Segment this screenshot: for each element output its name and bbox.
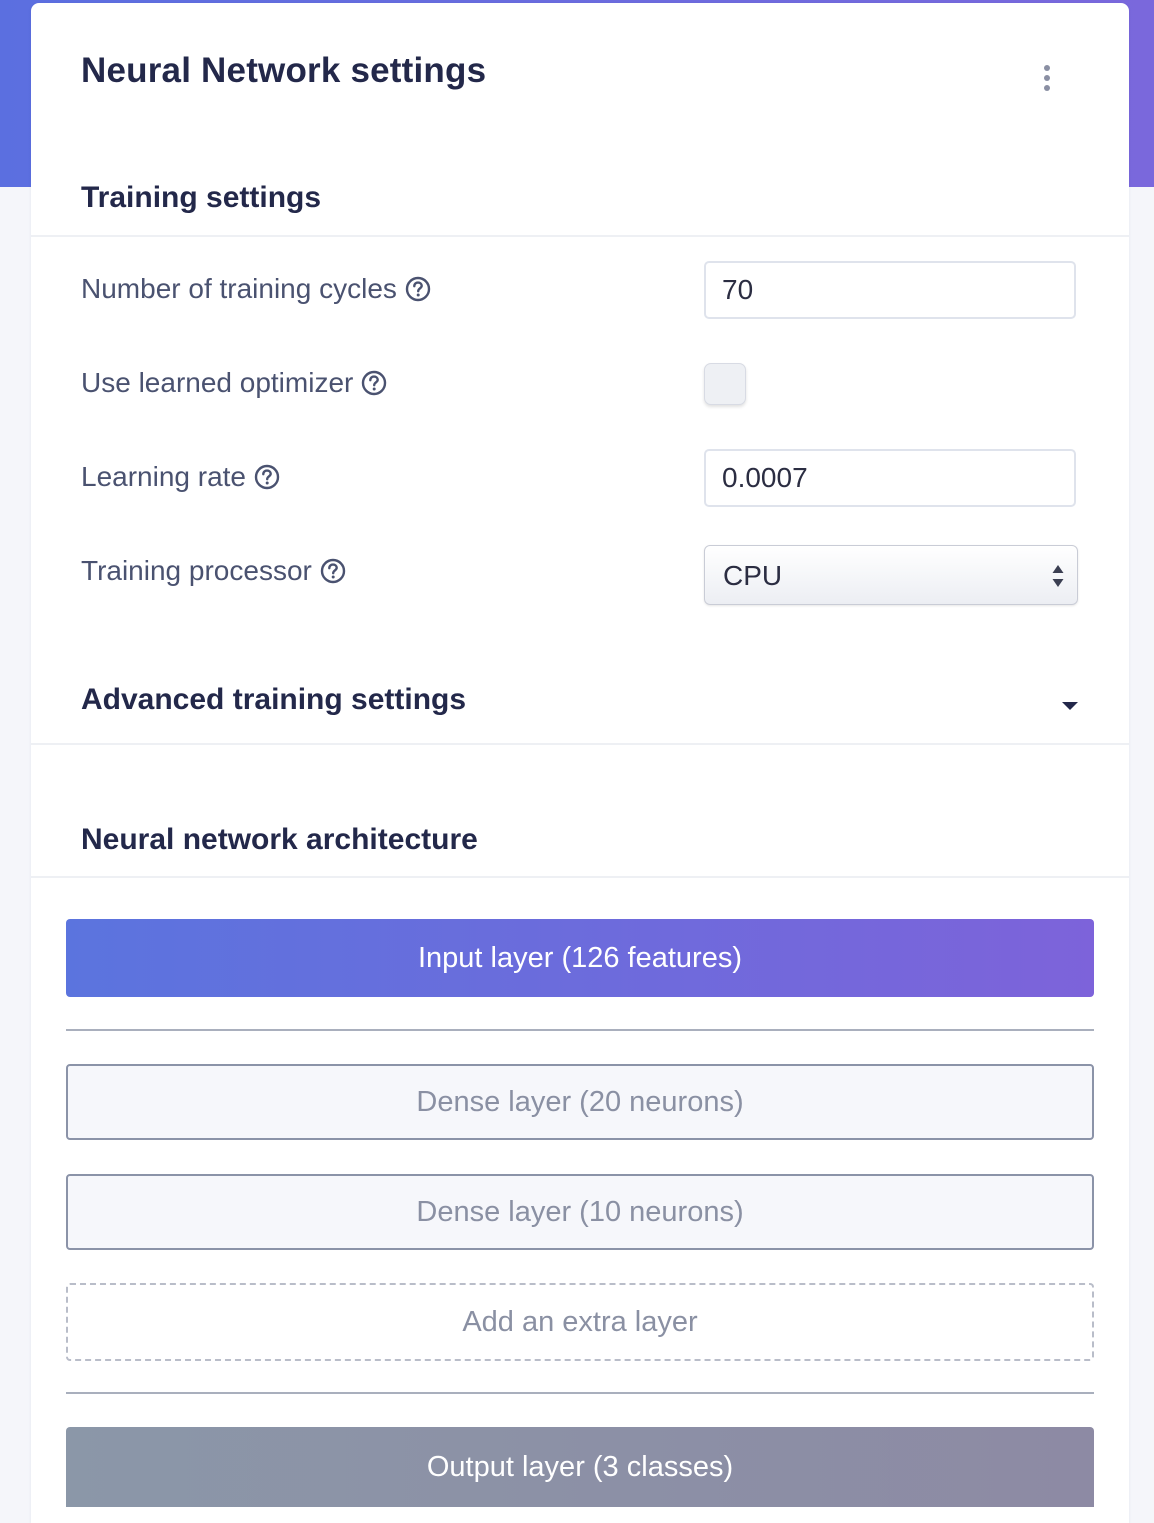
learning-rate-label-text: Learning rate bbox=[81, 461, 247, 492]
layer-separator bbox=[66, 1392, 1094, 1394]
learning-rate-input[interactable] bbox=[704, 449, 1076, 507]
add-extra-layer-label: Add an extra layer bbox=[462, 1305, 698, 1338]
question-circle-icon[interactable] bbox=[361, 370, 387, 396]
kebab-menu-icon[interactable] bbox=[1037, 65, 1057, 93]
training-processor-select[interactable]: CPU bbox=[704, 545, 1078, 605]
output-layer-label: Output layer (3 classes) bbox=[426, 1450, 734, 1483]
dense-layer-label: Dense layer (10 neurons) bbox=[416, 1195, 744, 1228]
kebab-dot bbox=[1044, 65, 1050, 71]
question-circle-icon[interactable] bbox=[405, 276, 431, 302]
training-processor-label-text: Training processor bbox=[81, 555, 312, 586]
add-extra-layer-button[interactable]: Add an extra layer bbox=[66, 1283, 1094, 1361]
dense-layer-button[interactable]: Dense layer (20 neurons) bbox=[66, 1064, 1094, 1140]
neural-network-settings-card: Neural Network settings Training setting… bbox=[31, 3, 1129, 1523]
learned-optimizer-label: Use learned optimizer bbox=[81, 367, 387, 399]
kebab-dot bbox=[1044, 85, 1050, 91]
learning-rate-label: Learning rate bbox=[81, 461, 280, 493]
section-divider bbox=[31, 743, 1129, 745]
input-layer-label: Input layer (126 features) bbox=[417, 941, 742, 974]
training-cycles-input[interactable] bbox=[704, 261, 1076, 319]
dense-layer-button[interactable]: Dense layer (10 neurons) bbox=[66, 1174, 1094, 1250]
training-processor-selected-value: CPU bbox=[723, 560, 783, 591]
dense-layer-label: Dense layer (20 neurons) bbox=[416, 1085, 744, 1118]
select-arrows-icon bbox=[1052, 565, 1064, 587]
question-circle-icon[interactable] bbox=[254, 464, 280, 490]
training-cycles-label-text: Number of training cycles bbox=[81, 273, 397, 304]
input-layer-block: Input layer (126 features) bbox=[66, 919, 1094, 997]
question-circle-icon[interactable] bbox=[320, 558, 346, 584]
architecture-heading: Neural network architecture bbox=[81, 823, 478, 856]
section-divider bbox=[31, 876, 1129, 878]
kebab-dot bbox=[1044, 75, 1050, 81]
training-cycles-label: Number of training cycles bbox=[81, 273, 431, 305]
card-title: Neural Network settings bbox=[81, 51, 487, 90]
caret-down-icon[interactable] bbox=[1061, 700, 1079, 712]
training-processor-label: Training processor bbox=[81, 555, 346, 587]
training-settings-heading: Training settings bbox=[81, 181, 322, 214]
layer-separator bbox=[66, 1029, 1094, 1031]
learned-optimizer-label-text: Use learned optimizer bbox=[81, 367, 354, 398]
advanced-training-settings-heading: Advanced training settings bbox=[81, 683, 467, 716]
section-divider bbox=[31, 235, 1129, 237]
learned-optimizer-checkbox[interactable] bbox=[704, 363, 746, 405]
output-layer-block: Output layer (3 classes) bbox=[66, 1427, 1094, 1507]
